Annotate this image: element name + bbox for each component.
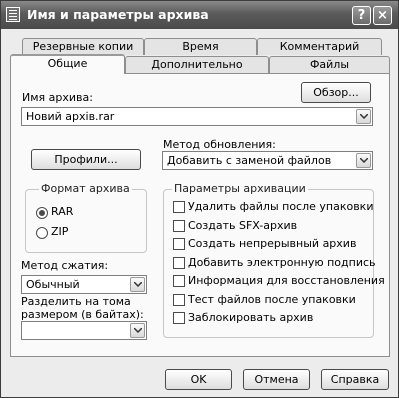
title-bar[interactable]: Имя и параметры архива ? × bbox=[1, 1, 398, 29]
update-method-label: Метод обновления: bbox=[163, 138, 276, 151]
tab-advanced[interactable]: Дополнительно bbox=[125, 56, 269, 73]
option-label[interactable]: Создать SFX-архив bbox=[188, 219, 297, 232]
archive-name-combo[interactable]: Новий архів.rar bbox=[21, 107, 373, 126]
tab-general[interactable]: Общие bbox=[10, 54, 125, 74]
tab-files[interactable]: Файлы bbox=[269, 56, 390, 73]
option-label[interactable]: Информация для восстановления bbox=[188, 274, 385, 287]
archive-name-dropdown-button[interactable] bbox=[356, 109, 371, 124]
radio-zip-label: ZIP bbox=[51, 225, 69, 238]
archive-app-icon bbox=[6, 7, 20, 22]
archive-name-value: Новий архів.rar bbox=[26, 110, 115, 123]
tab-advanced-label: Дополнительно bbox=[151, 58, 243, 71]
tab-comment-label: Комментарий bbox=[279, 40, 360, 53]
tab-files-label: Файлы bbox=[309, 58, 350, 71]
help-button[interactable]: Справка bbox=[321, 369, 389, 390]
option-label[interactable]: Тест файлов после упаковки bbox=[188, 293, 356, 306]
compression-dropdown-button[interactable] bbox=[130, 277, 145, 292]
cancel-button[interactable]: Отмена bbox=[243, 369, 310, 390]
tab-backups[interactable]: Резервные копии bbox=[22, 38, 144, 55]
ok-button[interactable]: OK bbox=[165, 369, 232, 390]
option-label[interactable]: Добавить электронную подпись bbox=[188, 256, 376, 269]
help-title-button[interactable]: ? bbox=[352, 6, 371, 25]
general-tab-panel: Имя архива: Обзор... Новий архів.rar Мет… bbox=[10, 73, 390, 357]
archive-format-group: Формат архива RAR ZIP bbox=[25, 182, 147, 253]
option-checkbox[interactable] bbox=[173, 219, 185, 232]
dialog-window: Имя и параметры архива ? × Резервные коп… bbox=[0, 0, 399, 398]
archive-options-title: Параметры архивации bbox=[172, 182, 308, 195]
option-checkbox[interactable] bbox=[173, 312, 185, 324]
compression-select[interactable]: Обычный bbox=[21, 275, 147, 294]
option-checkbox[interactable] bbox=[173, 201, 185, 213]
archive-options-group: Параметры архивации Удалить файлы после … bbox=[163, 182, 385, 338]
option-label[interactable]: Удалить файлы после упаковки bbox=[188, 200, 373, 213]
chevron-down-icon bbox=[134, 282, 142, 287]
radio-rar[interactable] bbox=[36, 207, 48, 219]
tab-backups-label: Резервные копии bbox=[32, 40, 134, 53]
compression-value: Обычный bbox=[26, 278, 80, 291]
archive-name-label: Имя архива: bbox=[22, 91, 93, 104]
profiles-button[interactable]: Профили... bbox=[31, 149, 141, 170]
radio-zip[interactable] bbox=[36, 227, 48, 239]
option-checkbox[interactable] bbox=[173, 275, 185, 287]
update-method-select[interactable]: Добавить с заменой файлов bbox=[162, 151, 373, 170]
split-volume-combo[interactable] bbox=[21, 321, 147, 340]
chevron-down-icon bbox=[360, 114, 368, 119]
chevron-down-icon bbox=[134, 328, 142, 333]
update-method-dropdown-button[interactable] bbox=[356, 153, 371, 168]
close-title-button[interactable]: × bbox=[373, 6, 392, 25]
chevron-down-icon bbox=[360, 158, 368, 163]
split-label-line1: Разделить на тома bbox=[21, 295, 131, 308]
window-title: Имя и параметры архива bbox=[27, 7, 209, 22]
option-checkbox[interactable] bbox=[173, 256, 185, 269]
browse-button[interactable]: Обзор... bbox=[301, 82, 371, 103]
option-checkbox[interactable] bbox=[173, 238, 185, 250]
option-label[interactable]: Заблокировать архив bbox=[188, 311, 313, 324]
tab-general-label: Общие bbox=[47, 57, 88, 70]
option-label[interactable]: Создать непрерывный архив bbox=[188, 237, 356, 250]
split-label-line2: размером (в байтах): bbox=[21, 308, 144, 321]
radio-rar-label: RAR bbox=[51, 205, 74, 218]
tab-time-label: Время bbox=[182, 40, 219, 53]
compression-label: Метод сжатия: bbox=[21, 259, 109, 272]
split-volume-dropdown-button[interactable] bbox=[130, 323, 145, 338]
tab-comment[interactable]: Комментарий bbox=[257, 38, 382, 55]
update-method-value: Добавить с заменой файлов bbox=[167, 154, 332, 167]
tab-time[interactable]: Время bbox=[144, 38, 257, 55]
option-checkbox[interactable] bbox=[173, 293, 185, 306]
archive-format-title: Формат архива bbox=[39, 182, 132, 195]
